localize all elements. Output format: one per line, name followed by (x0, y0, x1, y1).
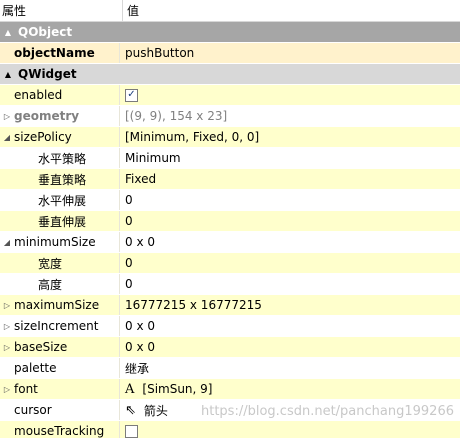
group-label: QWidget (18, 67, 77, 81)
row-horizontal-policy[interactable]: 水平策略 Minimum (0, 148, 460, 169)
property-value[interactable]: 0 x 0 (125, 340, 155, 354)
collapse-arrow-icon[interactable]: ◢ (0, 238, 14, 247)
property-value[interactable]: [Minimum, Fixed, 0, 0] (125, 130, 259, 144)
property-name: 高度 (38, 277, 63, 292)
watermark: https://blog.csdn.net/panchang199266 (201, 404, 454, 419)
property-name: 宽度 (38, 256, 63, 271)
property-name: sizePolicy (14, 130, 72, 144)
header-row: 属性 值 (0, 0, 460, 22)
property-name: 垂直策略 (38, 172, 87, 187)
row-font[interactable]: ▷ font A [SimSun, 9] (0, 379, 460, 400)
property-value[interactable]: 继承 (125, 360, 149, 377)
property-value[interactable]: 0 x 0 (125, 319, 155, 333)
property-name: geometry (14, 109, 80, 123)
property-value[interactable]: 0 (125, 214, 133, 228)
row-min-height[interactable]: 高度 0 (0, 274, 460, 295)
property-rows: ▲ QObject objectName pushButton ▲ QWidge… (0, 22, 460, 438)
property-value[interactable]: 0 x 0 (125, 235, 155, 249)
property-name: 水平伸展 (38, 193, 87, 208)
property-editor: 属性 值 ▲ QObject objectName pushButton ▲ Q… (0, 0, 460, 438)
property-value[interactable]: [(9, 9), 154 x 23] (125, 109, 227, 123)
row-geometry[interactable]: ▷ geometry [(9, 9), 154 x 23] (0, 106, 460, 127)
property-name: sizeIncrement (14, 319, 99, 333)
row-minimumSize[interactable]: ◢ minimumSize 0 x 0 (0, 232, 460, 253)
property-value[interactable]: 箭头 (144, 402, 168, 419)
row-vertical-policy[interactable]: 垂直策略 Fixed (0, 169, 460, 190)
property-value[interactable]: [SimSun, 9] (142, 382, 212, 396)
group-label: QObject (18, 25, 73, 39)
property-name: maximumSize (14, 298, 100, 312)
property-name: minimumSize (14, 235, 96, 249)
row-baseSize[interactable]: ▷ baseSize 0 x 0 (0, 337, 460, 358)
expand-arrow-icon[interactable]: ▷ (0, 343, 14, 352)
mouse-tracking-checkbox[interactable] (125, 424, 138, 438)
value-column-header[interactable]: 值 (123, 0, 460, 21)
collapse-arrow-icon[interactable]: ▲ (2, 64, 14, 84)
row-horizontal-stretch[interactable]: 水平伸展 0 (0, 190, 460, 211)
group-qwidget[interactable]: ▲ QWidget (0, 64, 460, 85)
property-name: 垂直伸展 (38, 214, 87, 229)
property-name: cursor (14, 403, 52, 417)
property-name: mouseTracking (14, 424, 105, 438)
property-name: font (14, 382, 38, 396)
expand-arrow-icon[interactable]: ▷ (0, 301, 14, 310)
property-name: objectName (14, 46, 95, 60)
property-column-header[interactable]: 属性 (0, 0, 123, 21)
property-value[interactable]: Minimum (125, 151, 181, 165)
collapse-arrow-icon[interactable]: ▲ (2, 22, 14, 42)
expand-arrow-icon[interactable]: ▷ (0, 322, 14, 331)
enabled-checkbox[interactable]: ✓ (125, 88, 138, 102)
expand-arrow-icon[interactable]: ▷ (0, 385, 14, 394)
row-min-width[interactable]: 宽度 0 (0, 253, 460, 274)
row-objectName[interactable]: objectName pushButton (0, 43, 460, 64)
property-name: 水平策略 (38, 151, 87, 166)
row-mouseTracking[interactable]: mouseTracking (0, 421, 460, 438)
row-enabled[interactable]: enabled ✓ (0, 85, 460, 106)
collapse-arrow-icon[interactable]: ◢ (0, 133, 14, 142)
property-name: palette (14, 361, 57, 375)
row-palette[interactable]: palette 继承 (0, 358, 460, 379)
row-sizePolicy[interactable]: ◢ sizePolicy [Minimum, Fixed, 0, 0] (0, 127, 460, 148)
row-sizeIncrement[interactable]: ▷ sizeIncrement 0 x 0 (0, 316, 460, 337)
property-name: baseSize (14, 340, 68, 354)
property-value[interactable]: 0 (125, 193, 133, 207)
property-value[interactable]: pushButton (125, 46, 194, 60)
font-icon: A (125, 381, 135, 397)
row-vertical-stretch[interactable]: 垂直伸展 0 (0, 211, 460, 232)
expand-arrow-icon[interactable]: ▷ (0, 112, 14, 121)
arrow-cursor-icon: ⇖ (125, 402, 136, 418)
property-value[interactable]: Fixed (125, 172, 156, 186)
row-maximumSize[interactable]: ▷ maximumSize 16777215 x 16777215 (0, 295, 460, 316)
group-qobject[interactable]: ▲ QObject (0, 22, 460, 43)
property-value[interactable]: 16777215 x 16777215 (125, 298, 262, 312)
property-value[interactable]: 0 (125, 256, 133, 270)
property-value[interactable]: 0 (125, 277, 133, 291)
property-name: enabled (14, 88, 63, 102)
